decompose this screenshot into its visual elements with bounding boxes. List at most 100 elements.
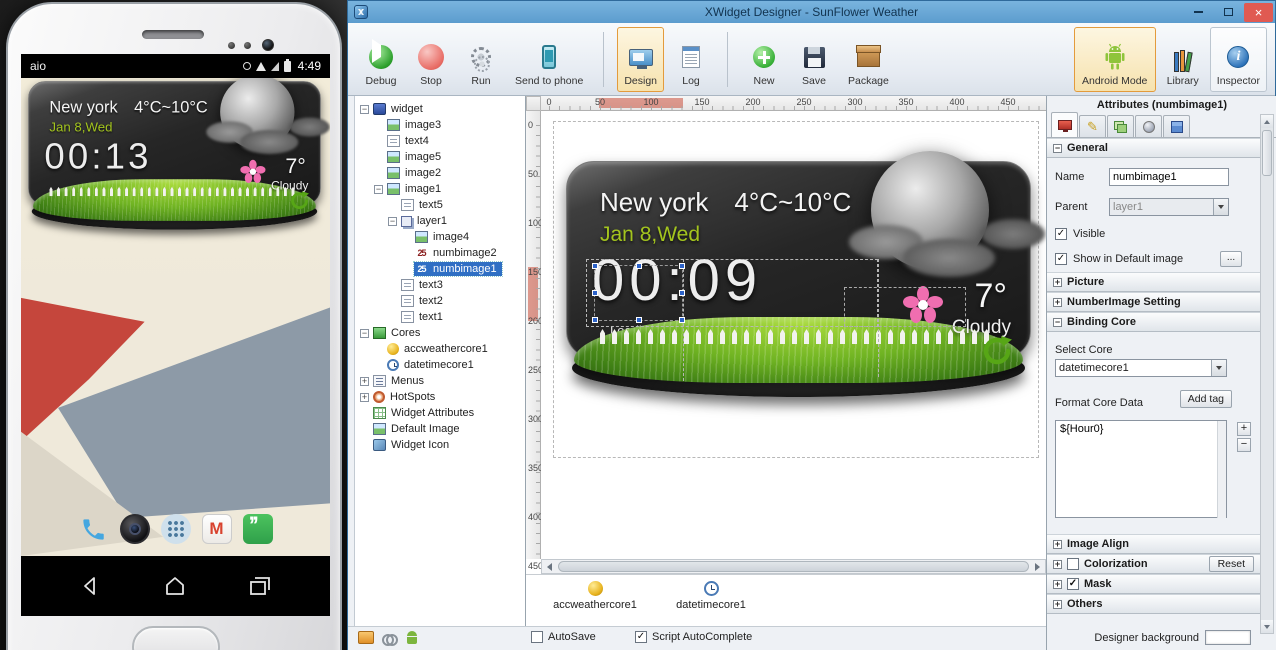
datetimecore-item[interactable]: datetimecore1 bbox=[656, 581, 766, 611]
phone-app-icon[interactable] bbox=[79, 514, 109, 544]
select-core-dropdown[interactable]: datetimecore1 bbox=[1055, 359, 1227, 377]
tree-item-image5[interactable]: image5 bbox=[355, 149, 446, 165]
selection-handle[interactable] bbox=[679, 290, 685, 296]
scroll-left-icon[interactable] bbox=[542, 560, 557, 573]
section-picture[interactable]: + Picture bbox=[1047, 272, 1260, 292]
back-button[interactable] bbox=[76, 571, 106, 601]
section-mask[interactable]: + Mask bbox=[1047, 574, 1260, 594]
section-others[interactable]: + Others bbox=[1047, 594, 1260, 614]
new-button[interactable]: New bbox=[741, 27, 787, 92]
tree-item-cores[interactable]: −Cores bbox=[355, 325, 425, 341]
log-tab-button[interactable]: Log bbox=[668, 27, 714, 92]
selection-handle[interactable] bbox=[679, 317, 685, 323]
selection-handle[interactable] bbox=[592, 317, 598, 323]
tree-item-widget-attributes[interactable]: Widget Attributes bbox=[355, 405, 479, 421]
home-nav-button[interactable] bbox=[160, 571, 190, 601]
chevron-down-icon[interactable] bbox=[1213, 199, 1228, 215]
stop-button[interactable]: Stop bbox=[408, 27, 454, 92]
tree-item-image3[interactable]: image3 bbox=[355, 117, 446, 133]
design-tab-button[interactable]: Design bbox=[617, 27, 664, 92]
parent-dropdown[interactable]: layer1 bbox=[1109, 198, 1229, 216]
app-drawer-icon[interactable] bbox=[161, 514, 191, 544]
tree-item-numbimage1[interactable]: 25numbimage1 bbox=[355, 261, 502, 277]
tree-item-text3[interactable]: text3 bbox=[355, 277, 448, 293]
minimize-button[interactable] bbox=[1184, 3, 1213, 22]
name-input[interactable] bbox=[1109, 168, 1229, 186]
selection-handle[interactable] bbox=[592, 290, 598, 296]
tree-item-image4[interactable]: image4 bbox=[355, 229, 474, 245]
expand-icon[interactable]: + bbox=[360, 377, 369, 386]
expand-icon[interactable]: + bbox=[1053, 540, 1062, 549]
collapse-icon[interactable]: − bbox=[1053, 318, 1062, 327]
canvas-weather-widget[interactable]: New york 4°C~10°C Jan 8,Wed 00:09 Loadin… bbox=[566, 161, 1031, 406]
tree-item-text5[interactable]: text5 bbox=[355, 197, 448, 213]
collapse-icon[interactable]: − bbox=[360, 105, 369, 114]
selection-handle[interactable] bbox=[679, 263, 685, 269]
tree-item-widget[interactable]: −widget bbox=[355, 101, 428, 117]
designer-background-swatch[interactable] bbox=[1205, 630, 1251, 645]
expand-icon[interactable]: + bbox=[1053, 580, 1062, 589]
expand-icon[interactable]: + bbox=[1053, 600, 1062, 609]
tree-item-text4[interactable]: text4 bbox=[355, 133, 434, 149]
visible-checkbox[interactable] bbox=[1055, 228, 1067, 240]
attributes-scrollbar[interactable] bbox=[1260, 114, 1274, 634]
tree-item-default-image[interactable]: Default Image bbox=[355, 421, 464, 437]
link-icon[interactable] bbox=[382, 632, 398, 644]
selection-handle[interactable] bbox=[592, 263, 598, 269]
tab-script[interactable] bbox=[1163, 115, 1190, 137]
tab-edit[interactable]: ✎ bbox=[1079, 115, 1106, 137]
skin-icon[interactable] bbox=[358, 631, 374, 644]
gmail-app-icon[interactable]: M bbox=[202, 514, 232, 544]
tree-item-layer1[interactable]: −layer1 bbox=[355, 213, 452, 229]
android-icon[interactable] bbox=[406, 631, 418, 644]
save-button[interactable]: Save bbox=[791, 27, 837, 92]
collapse-icon[interactable]: − bbox=[374, 185, 383, 194]
scroll-right-icon[interactable] bbox=[1030, 560, 1045, 573]
run-button[interactable]: Run bbox=[458, 27, 504, 92]
tree-item-hotspots[interactable]: +HotSpots bbox=[355, 389, 440, 405]
add-line-button[interactable]: + bbox=[1237, 422, 1251, 436]
mask-checkbox[interactable] bbox=[1067, 578, 1079, 590]
browse-button[interactable]: ... bbox=[1220, 251, 1242, 267]
camera-app-icon[interactable] bbox=[120, 514, 150, 544]
debug-button[interactable]: Debug bbox=[358, 27, 404, 92]
colorization-checkbox[interactable] bbox=[1067, 558, 1079, 570]
home-button[interactable] bbox=[132, 626, 220, 650]
design-canvas[interactable]: New york 4°C~10°C Jan 8,Wed 00:09 Loadin… bbox=[541, 111, 1046, 559]
expand-icon[interactable]: + bbox=[1053, 560, 1062, 569]
scrollbar-thumb[interactable] bbox=[1262, 130, 1272, 176]
send-to-phone-button[interactable]: Send to phone bbox=[508, 27, 590, 92]
expand-icon[interactable]: + bbox=[1053, 278, 1062, 287]
package-button[interactable]: Package bbox=[841, 27, 896, 92]
show-default-checkbox[interactable] bbox=[1055, 253, 1067, 265]
chevron-down-icon[interactable] bbox=[1211, 360, 1226, 376]
tab-effects[interactable] bbox=[1135, 115, 1162, 137]
section-binding-core[interactable]: − Binding Core bbox=[1047, 312, 1260, 332]
refresh-icon[interactable] bbox=[288, 189, 311, 214]
scroll-up-icon[interactable] bbox=[1261, 115, 1273, 128]
canvas-horizontal-scrollbar[interactable] bbox=[541, 559, 1046, 574]
format-core-data-input[interactable]: ${Hour0} bbox=[1055, 420, 1227, 518]
inspector-button[interactable]: i Inspector bbox=[1210, 27, 1267, 92]
selection-handle[interactable] bbox=[636, 317, 642, 323]
textarea-scrollbar[interactable] bbox=[1217, 421, 1226, 518]
section-general[interactable]: − General bbox=[1047, 138, 1260, 158]
reset-button[interactable]: Reset bbox=[1209, 556, 1254, 572]
tab-layout[interactable] bbox=[1107, 115, 1134, 137]
library-button[interactable]: Library bbox=[1160, 27, 1206, 92]
tree-item-datetimecore1[interactable]: datetimecore1 bbox=[355, 357, 479, 373]
accweathercore-item[interactable]: accweathercore1 bbox=[540, 581, 650, 611]
close-button[interactable]: × bbox=[1244, 3, 1273, 22]
remove-line-button[interactable]: − bbox=[1237, 438, 1251, 452]
script-autocomplete-checkbox[interactable] bbox=[635, 631, 647, 643]
expand-icon[interactable]: + bbox=[360, 393, 369, 402]
tree-item-menus[interactable]: +Menus bbox=[355, 373, 429, 389]
scroll-down-icon[interactable] bbox=[1261, 620, 1273, 633]
tree-item-accweathercore1[interactable]: accweathercore1 bbox=[355, 341, 493, 357]
collapse-icon[interactable]: − bbox=[388, 217, 397, 226]
selection-handle[interactable] bbox=[636, 263, 642, 269]
title-bar[interactable]: XWidget Designer - SunFlower Weather × bbox=[348, 1, 1275, 23]
tab-display[interactable] bbox=[1051, 112, 1078, 137]
tree-item-image1[interactable]: −image1 bbox=[355, 181, 446, 197]
expand-icon[interactable]: + bbox=[1053, 298, 1062, 307]
